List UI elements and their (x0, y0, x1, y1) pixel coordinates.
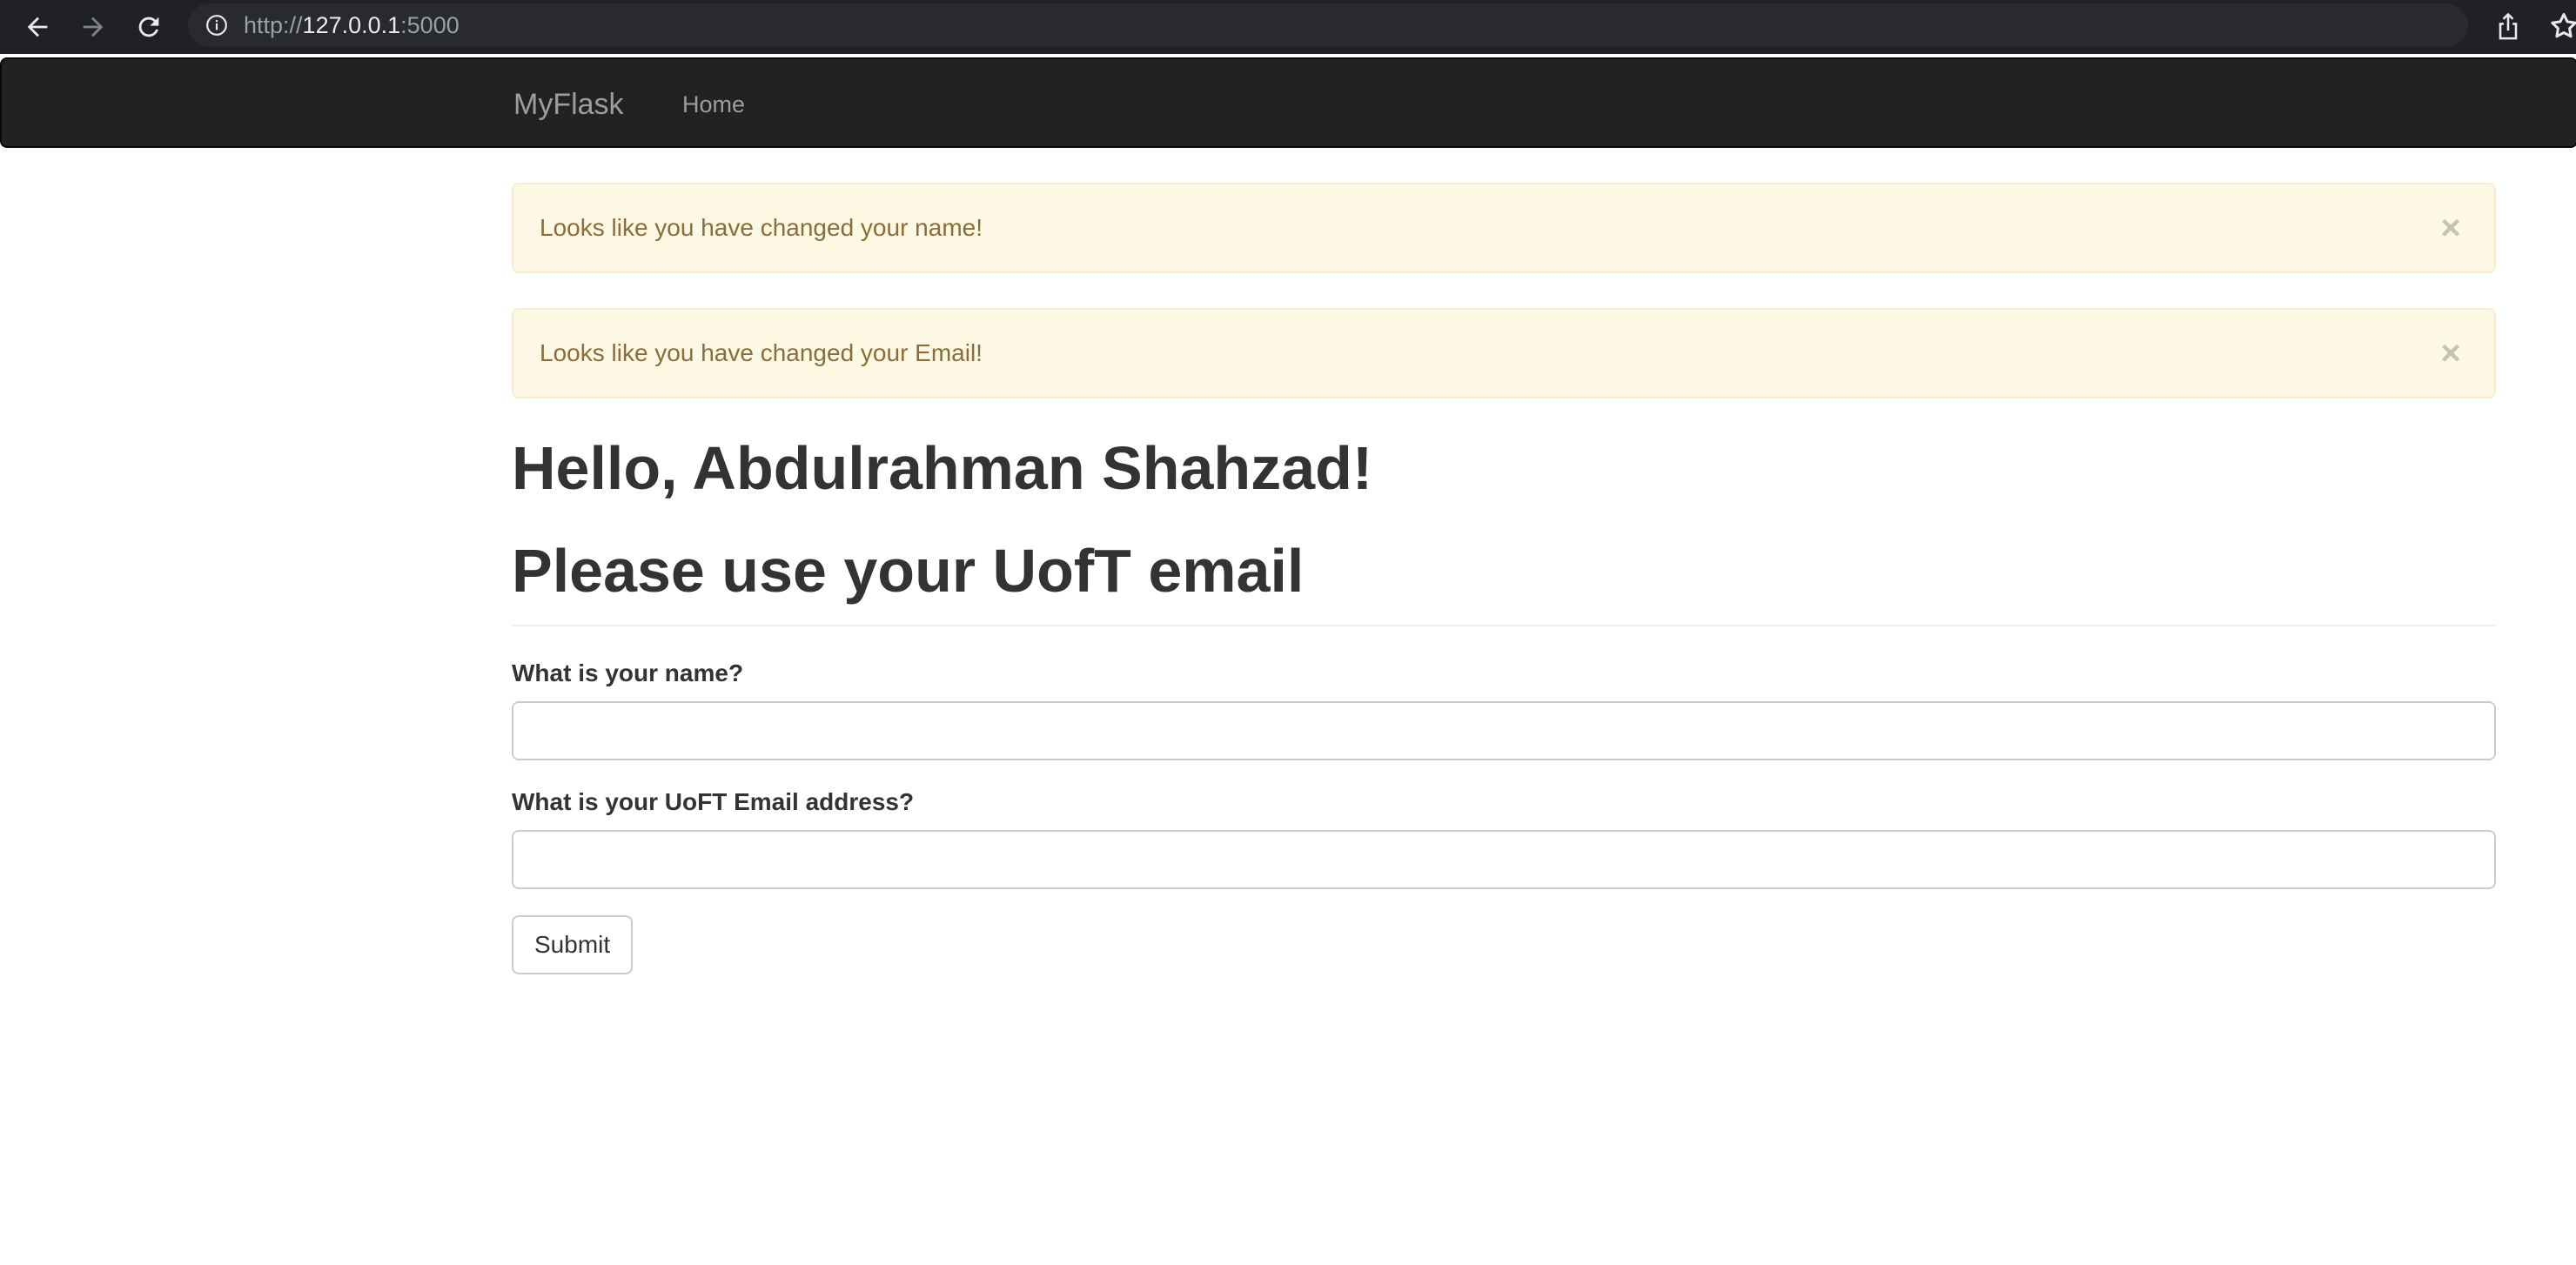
page-header: Hello, Abdulrahman Shahzad! Please use y… (512, 433, 2496, 626)
reload-button[interactable] (129, 7, 169, 47)
alert-name-changed: Looks like you have changed your name! × (512, 183, 2496, 273)
arrow-left-icon (27, 17, 48, 37)
url-scheme: http:// (244, 12, 303, 38)
nav-link-home[interactable]: Home (682, 59, 745, 150)
alert-email-changed: Looks like you have changed your Email! … (512, 308, 2496, 398)
subtitle-heading: Please use your UofT email (512, 537, 1305, 605)
url-port: :5000 (400, 12, 460, 38)
email-group: What is your UoFT Email address? (512, 786, 2496, 889)
name-input[interactable] (512, 701, 2496, 760)
user-form: What is your name? What is your UoFT Ema… (512, 658, 2496, 974)
name-group: What is your name? (512, 658, 2496, 760)
greeting-heading: Hello, Abdulrahman Shahzad! (512, 434, 1373, 502)
alert-close-button[interactable]: × (2432, 209, 2470, 247)
submit-button[interactable]: Submit (512, 915, 634, 974)
navbar-brand[interactable]: MyFlask (513, 59, 624, 150)
arrow-right-icon (83, 17, 104, 37)
alert-message: Looks like you have changed your Email! (540, 339, 983, 366)
browser-toolbar: http://127.0.0.1:5000 (0, 0, 2576, 54)
app-navbar: MyFlask Home (0, 57, 2576, 148)
url-host: 127.0.0.1 (302, 12, 401, 38)
email-label: What is your UoFT Email address? (512, 788, 915, 815)
alert-message: Looks like you have changed your name! (540, 214, 983, 241)
bookmark-star-icon[interactable] (2548, 10, 2576, 42)
back-button[interactable] (17, 7, 57, 47)
share-icon[interactable] (2494, 10, 2522, 42)
address-bar[interactable]: http://127.0.0.1:5000 (188, 3, 2468, 47)
name-label: What is your name? (512, 659, 744, 686)
main-container: Looks like you have changed your name! ×… (512, 183, 2496, 974)
info-icon[interactable] (205, 14, 228, 37)
forward-button[interactable] (73, 7, 113, 47)
url-text: http://127.0.0.1:5000 (244, 3, 460, 47)
alert-close-button[interactable]: × (2432, 334, 2470, 372)
reload-icon (138, 17, 159, 37)
email-input[interactable] (512, 830, 2496, 889)
